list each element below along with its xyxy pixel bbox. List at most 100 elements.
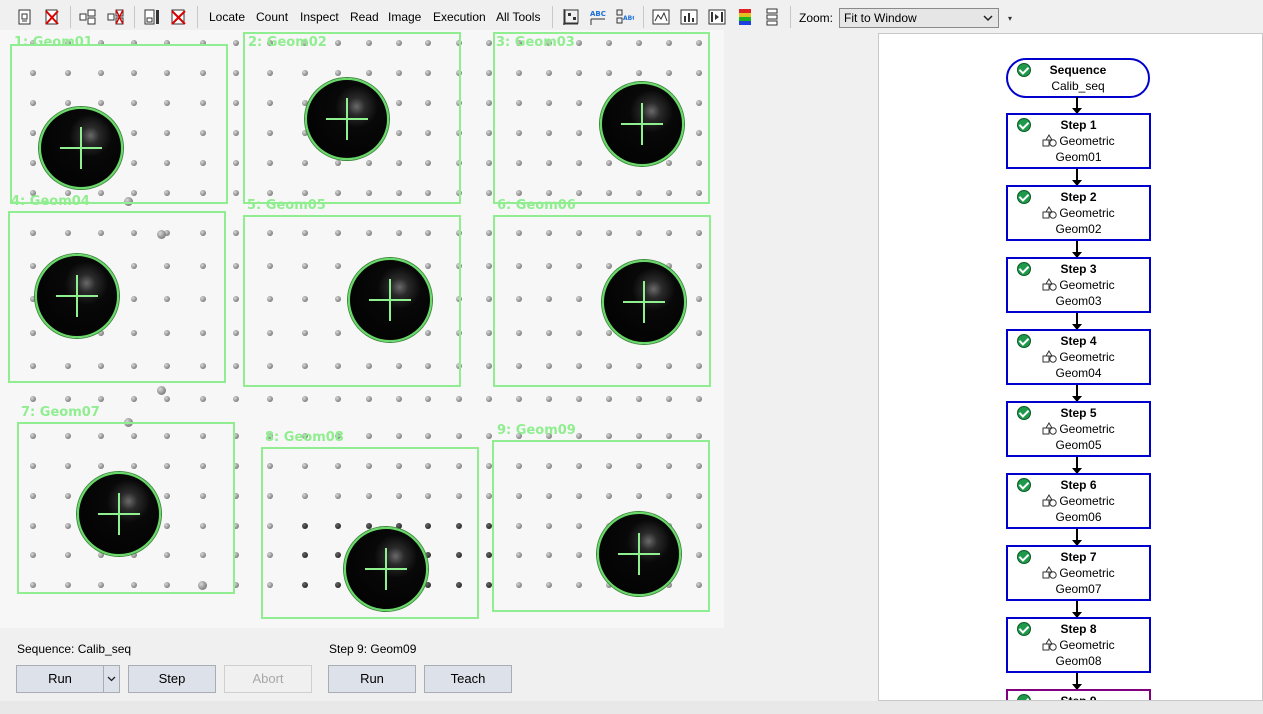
roi-label: 1: Geom01: [14, 35, 93, 50]
roi-label: 4: Geom04: [11, 194, 90, 209]
pass-check-icon: [1017, 190, 1031, 204]
roi-label: 3: Geom03: [496, 35, 575, 50]
image-viewer[interactable]: 1: Geom01 2: Geom02 3: Geom03 4: Geom04 …: [0, 30, 724, 628]
roi-geom09[interactable]: [492, 440, 710, 612]
teach-button[interactable]: Teach: [424, 665, 512, 693]
run-options-dropdown[interactable]: [103, 665, 120, 693]
step-status-text: Step 9: Geom09: [329, 642, 417, 656]
flow-step-tool-label: Geometric: [1059, 422, 1115, 436]
flow-step-3[interactable]: Step 3 Geometric Geom03: [1006, 257, 1151, 313]
add-tool-icon[interactable]: [143, 7, 161, 27]
geometric-tool-icon: [1042, 494, 1059, 508]
pass-check-icon: [1017, 63, 1031, 77]
histogram-icon[interactable]: [652, 7, 670, 27]
menu-execution[interactable]: Execution: [433, 10, 486, 24]
bar-chart-icon[interactable]: [680, 7, 698, 27]
menu-all-tools[interactable]: All Tools: [496, 10, 540, 24]
step-button[interactable]: Step: [128, 665, 216, 693]
zoom-label: Zoom:: [799, 11, 834, 25]
flow-step-tool-label: Geometric: [1059, 278, 1115, 292]
target-geom04: [35, 254, 119, 338]
delete-tool-icon[interactable]: [170, 7, 188, 27]
target-geom09: [597, 512, 681, 596]
filmstrip-icon[interactable]: [708, 7, 726, 27]
roi-label: 9: Geom09: [497, 423, 576, 438]
flow-step-tool: Geometric: [1008, 350, 1149, 364]
flow-arrow: [1072, 313, 1082, 330]
flow-step-tool: Geometric: [1008, 638, 1149, 652]
new-sequence-icon[interactable]: [16, 7, 34, 27]
chevron-down-icon: [107, 676, 116, 682]
roi-geom01[interactable]: [10, 44, 228, 204]
svg-text:ABC: ABC: [623, 15, 634, 22]
flow-step-name: Geom08: [1055, 654, 1102, 668]
run-step-button[interactable]: Run: [328, 665, 416, 693]
flow-step-tool-label: Geometric: [1059, 206, 1115, 220]
flow-step-name: Geom07: [1055, 582, 1102, 596]
chevron-down-icon: [983, 15, 993, 22]
flow-step-name: Geom01: [1055, 150, 1102, 164]
layout-icon[interactable]: [763, 7, 781, 27]
ocr-abc-icon[interactable]: ABC: [589, 7, 607, 27]
pass-check-icon: [1017, 334, 1031, 348]
flow-step-6[interactable]: Step 6 Geometric Geom06: [1006, 473, 1151, 529]
pass-check-icon: [1017, 478, 1031, 492]
geometric-tool-icon: [1042, 350, 1059, 364]
flow-step-tool: Geometric: [1008, 278, 1149, 292]
flow-step-tool: Geometric: [1008, 134, 1149, 148]
menu-count[interactable]: Count: [256, 10, 288, 24]
flow-arrow: [1072, 673, 1082, 690]
pass-check-icon: [1017, 118, 1031, 132]
calibration-grid-icon[interactable]: [562, 7, 580, 27]
flow-step-tool-label: Geometric: [1059, 638, 1115, 652]
flow-step-1[interactable]: Step 1 Geometric Geom01: [1006, 113, 1151, 169]
flow-arrow: [1072, 385, 1082, 402]
flow-step-4[interactable]: Step 4 Geometric Geom04: [1006, 329, 1151, 385]
abort-button[interactable]: Abort: [224, 665, 312, 693]
pass-check-icon: [1017, 550, 1031, 564]
add-step-icon[interactable]: [79, 7, 97, 27]
flow-step-tool: Geometric: [1008, 422, 1149, 436]
svg-text:ABC: ABC: [590, 10, 606, 18]
flow-arrow: [1072, 457, 1082, 474]
flow-arrow: [1072, 601, 1082, 618]
zoom-select[interactable]: Fit to Window: [839, 8, 999, 28]
pass-check-icon: [1017, 262, 1031, 276]
pass-check-icon: [1017, 694, 1031, 700]
flow-arrow: [1072, 241, 1082, 258]
flow-arrow: [1072, 97, 1082, 114]
roi-label: 8: Geom08: [265, 430, 344, 445]
flow-step-9[interactable]: Step 9: [1006, 689, 1151, 700]
ocr-verify-icon[interactable]: ABC: [616, 7, 634, 27]
menu-read[interactable]: Read: [350, 10, 379, 24]
roi-label: 6: Geom06: [497, 198, 576, 213]
flow-sequence-node[interactable]: Sequence Calib_seq: [1006, 58, 1150, 98]
menu-image[interactable]: Image: [388, 10, 421, 24]
flow-step-8[interactable]: Step 8 Geometric Geom08: [1006, 617, 1151, 673]
pass-check-icon: [1017, 406, 1031, 420]
target-geom03: [600, 82, 684, 166]
geometric-tool-icon: [1042, 638, 1059, 652]
toolbar-overflow-icon[interactable]: ▾: [1008, 14, 1018, 28]
menu-locate[interactable]: Locate: [209, 10, 245, 24]
sequence-status-text: Sequence: Calib_seq: [17, 642, 132, 656]
menu-inspect[interactable]: Inspect: [300, 10, 339, 24]
target-geom08: [344, 527, 428, 611]
flow-step-2[interactable]: Step 2 Geometric Geom02: [1006, 185, 1151, 241]
geometric-tool-icon: [1042, 278, 1059, 292]
color-palette-icon[interactable]: [736, 7, 754, 27]
flow-arrow: [1072, 529, 1082, 546]
control-panel: Sequence: Calib_seq Step 9: Geom09 Run S…: [0, 628, 724, 700]
sequence-flow-panel[interactable]: Sequence Calib_seq Step 1 Geometric Geom01…: [878, 33, 1263, 701]
target-geom06: [602, 260, 686, 344]
target-geom02: [305, 78, 389, 160]
delete-sequence-icon[interactable]: [43, 7, 61, 27]
flow-step-5[interactable]: Step 5 Geometric Geom05: [1006, 401, 1151, 457]
run-sequence-button[interactable]: Run: [16, 665, 104, 693]
geometric-tool-icon: [1042, 566, 1059, 580]
flow-step-tool-label: Geometric: [1059, 494, 1115, 508]
zoom-value: Fit to Window: [844, 11, 917, 25]
delete-step-icon[interactable]: [107, 7, 125, 27]
flow-step-7[interactable]: Step 7 Geometric Geom07: [1006, 545, 1151, 601]
flow-step-name: Geom03: [1055, 294, 1102, 308]
